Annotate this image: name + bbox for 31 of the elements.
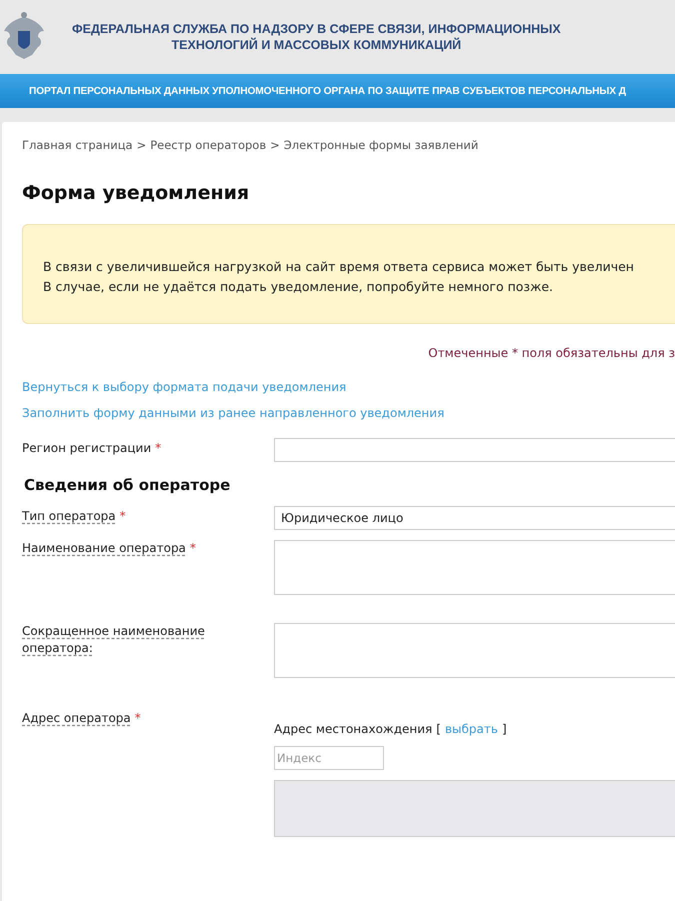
text-area[interactable]	[274, 623, 675, 678]
index-field[interactable]: Индекс	[274, 746, 384, 770]
breadcrumb-separator: >	[270, 138, 280, 152]
field-label: Тип оператора	[22, 508, 116, 525]
section-heading: Сведения об операторе	[24, 476, 232, 494]
bracket: [	[436, 722, 441, 736]
notice-text: В связи с увеличившейся нагрузкой на сайт время ответа сервиса может быть увеличен	[43, 258, 635, 276]
page-title: Форма уведомления	[22, 182, 250, 204]
required-mark: *	[120, 509, 126, 523]
field-label: Сокращенное наименование оператора:	[22, 623, 206, 657]
field-label: Регион регистрации	[22, 440, 152, 457]
text-field[interactable]: Юридическое лицо	[274, 506, 675, 530]
agency-title: ФЕДЕРАЛЬНАЯ СЛУЖБА ПО НАДЗОРУ В СФЕРЕ СВЯЗИ, ИНФОРМАЦИОННЫХ	[72, 21, 561, 37]
bracket: ]	[502, 722, 507, 736]
agency-title: ТЕХНОЛОГИЙ И МАССОВЫХ КОММУНИКАЦИЙ	[170, 37, 462, 53]
breadcrumb-link[interactable]: Реестр операторов	[150, 138, 266, 152]
required-mark: *	[155, 441, 162, 455]
required-mark: *	[190, 541, 196, 555]
required-mark: *	[134, 711, 141, 725]
notice-text: В случае, если не удаётся подать уведомление, попробуйте немного позже.	[43, 278, 554, 296]
text-area[interactable]	[274, 540, 675, 595]
breadcrumb-separator: >	[136, 138, 146, 152]
field-label: Наименование оператора	[22, 540, 186, 557]
required-note: Отмеченные * поля обязательны для з	[427, 346, 675, 360]
breadcrumb-link[interactable]: Главная страница	[22, 138, 133, 152]
portal-banner: ПОРТАЛ ПЕРСОНАЛЬНЫХ ДАННЫХ УПОЛНОМОЧЕННОГО ОРГАНА ПО ЗАЩИТЕ ПРАВ СУБЪЕКТОВ ПЕРСОНАЛЬНЫХ Д	[0, 74, 675, 108]
text-field[interactable]	[274, 438, 675, 462]
field-label: Адрес оператора	[22, 710, 131, 727]
address-field[interactable]	[274, 780, 675, 837]
breadcrumb-link[interactable]: Электронные формы заявлений	[284, 138, 478, 152]
address-label: Адрес местонахождения	[274, 722, 432, 736]
